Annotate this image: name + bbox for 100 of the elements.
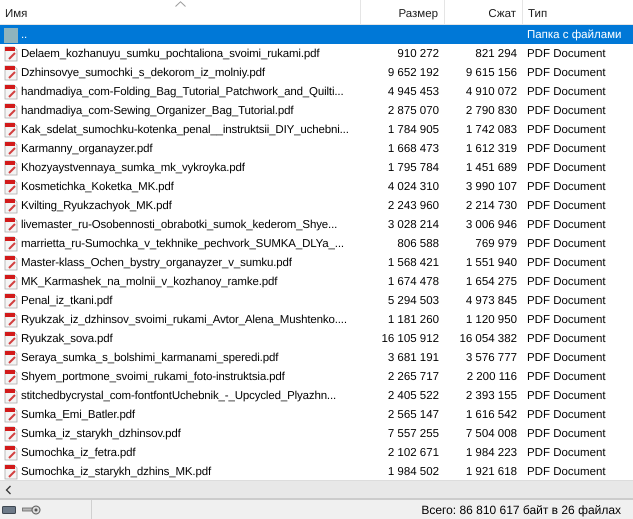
- pdf-file-icon: [3, 122, 19, 138]
- pdf-file-icon: [3, 46, 19, 62]
- packed-size: 821 294: [475, 48, 517, 60]
- file-row[interactable]: Kvilting_Ryukzachyok_MK.pdf 2 243 960 2 214 730 PDF Document: [0, 196, 633, 215]
- file-row[interactable]: Master-klass_Ochen_bystry_organayzer_v_sumku.pdf 1 568 421 1 551 940 PDF Document: [0, 253, 633, 272]
- file-row[interactable]: marrietta_ru-Sumochka_v_tekhnike_pechvork_SUMKA_DLYa_... 806 588 769 979 PDF Document: [0, 234, 633, 253]
- file-size: 1 784 905: [388, 124, 439, 136]
- file-name: Ryukzak_sova.pdf: [21, 332, 113, 344]
- packed-size: 1 984 223: [466, 446, 517, 458]
- file-size: 2 243 960: [388, 200, 439, 212]
- column-header[interactable]: Размер: [361, 0, 445, 24]
- column-header[interactable]: Тип: [523, 0, 633, 24]
- file-name: Penal_iz_tkani.pdf: [21, 294, 112, 306]
- file-row[interactable]: Ryukzak_iz_dzhinsov_svoimi_rukami_Avtor_Alena_Mushtenko.... 1 181 260 1 120 950 PDF Document: [0, 310, 633, 329]
- file-size: 7 557 255: [388, 428, 439, 440]
- file-row[interactable]: Dzhinsovye_sumochki_s_dekorom_iz_molniy.pdf 9 652 192 9 615 156 PDF Document: [0, 63, 633, 82]
- file-name: handmadiya_com-Folding_Bag_Tutorial_Patchwork_and_Quilti...: [21, 86, 344, 98]
- file-type: PDF Document: [527, 428, 606, 440]
- file-name: Kak_sdelat_sumochku-kotenka_penal__instruktsii_DIY_uchebni...: [21, 124, 349, 136]
- file-row[interactable]: Karmanny_organayzer.pdf 1 668 473 1 612 319 PDF Document: [0, 139, 633, 158]
- file-row[interactable]: Ryukzak_sova.pdf 16 105 912 16 054 382 PDF Document: [0, 329, 633, 348]
- file-row[interactable]: Kosmetichka_Koketka_MK.pdf 4 024 310 3 990 107 PDF Document: [0, 177, 633, 196]
- packed-size: 4 973 845: [466, 294, 517, 306]
- file-name: Kvilting_Ryukzachyok_MK.pdf: [21, 200, 172, 212]
- packed-size: 9 615 156: [466, 66, 517, 78]
- file-name: Ryukzak_iz_dzhinsov_svoimi_rukami_Avtor_Alena_Mushtenko....: [21, 314, 347, 326]
- pdf-file-icon: [3, 312, 19, 328]
- file-type: PDF Document: [527, 180, 606, 192]
- file-type: PDF Document: [527, 238, 606, 250]
- file-name: Sumka_iz_starykh_dzhinsov.pdf: [21, 428, 181, 440]
- file-size: 2 405 522: [388, 390, 439, 402]
- column-header[interactable]: Сжат: [445, 0, 523, 24]
- file-row[interactable]: MK_Karmashek_na_molnii_v_kozhanoy_ramke.pdf 1 674 478 1 654 275 PDF Document: [0, 272, 633, 291]
- pdf-file-icon: [3, 274, 19, 290]
- pdf-file-icon: [3, 140, 19, 156]
- status-summary: Всего: 86 810 617 байт в 26 файлах: [421, 502, 621, 516]
- file-type: PDF Document: [527, 86, 606, 98]
- packed-size: 3 006 946: [466, 218, 517, 230]
- file-type: PDF Document: [527, 352, 606, 364]
- packed-size: 769 979: [475, 238, 517, 250]
- packed-size: 1 551 940: [466, 256, 517, 268]
- file-type: PDF Document: [527, 66, 606, 78]
- file-type: PDF Document: [527, 104, 606, 116]
- file-name: Karmanny_organayzer.pdf: [21, 142, 152, 154]
- file-name: ..: [21, 28, 28, 40]
- file-name: Shyem_portmone_svoimi_rukami_foto-instruktsia.pdf: [21, 370, 285, 382]
- file-name: Master-klass_Ochen_bystry_organayzer_v_sumku.pdf: [21, 256, 292, 268]
- horizontal-scrollbar[interactable]: [0, 480, 633, 498]
- file-name: MK_Karmashek_na_molnii_v_kozhanoy_ramke.pdf: [21, 276, 278, 288]
- file-type: PDF Document: [527, 48, 606, 60]
- file-size: 16 105 912: [381, 332, 439, 344]
- file-row[interactable]: Sumochka_iz_starykh_dzhins_MK.pdf 1 984 502 1 921 618 PDF Document: [0, 462, 633, 480]
- pdf-file-icon: [3, 216, 19, 232]
- pdf-file-icon: [3, 84, 19, 100]
- packed-size: 1 612 319: [466, 142, 517, 154]
- file-size: 1 668 473: [388, 142, 439, 154]
- file-row[interactable]: Khozyaystvennaya_sumka_mk_vykroyka.pdf 1 795 784 1 451 689 PDF Document: [0, 158, 633, 177]
- file-size: 1 181 260: [388, 314, 439, 326]
- file-row[interactable]: Sumka_Emi_Batler.pdf 2 565 147 1 616 542 PDF Document: [0, 405, 633, 424]
- packed-size: 16 054 382: [459, 332, 517, 344]
- file-type: PDF Document: [527, 218, 606, 230]
- file-row[interactable]: Seraya_sumka_s_bolshimi_karmanami_speredi.pdf 3 681 191 3 576 777 PDF Document: [0, 348, 633, 367]
- packed-size: 4 910 072: [466, 86, 517, 98]
- pdf-file-icon: [3, 254, 19, 270]
- file-row[interactable]: Sumochka_iz_fetra.pdf 2 102 671 1 984 223 PDF Document: [0, 443, 633, 462]
- file-size: 2 102 671: [388, 446, 439, 458]
- file-type: PDF Document: [527, 276, 606, 288]
- file-name: Kosmetichka_Koketka_MK.pdf: [21, 180, 174, 192]
- pdf-file-icon: [3, 64, 19, 80]
- packed-size: 2 214 730: [466, 200, 517, 212]
- file-size: 3 681 191: [388, 352, 439, 364]
- file-row[interactable]: Kak_sdelat_sumochku-kotenka_penal__instruktsii_DIY_uchebni... 1 784 905 1 742 083 PDF Document: [0, 120, 633, 139]
- file-type: PDF Document: [527, 162, 606, 174]
- file-name: handmadiya_com-Sewing_Organizer_Bag_Tutorial.pdf: [21, 104, 294, 116]
- file-row[interactable]: Delaem_kozhanuyu_sumku_pochtaliona_svoimi_rukami.pdf 910 272 821 294 PDF Document: [0, 44, 633, 63]
- file-size: 1 795 784: [388, 162, 439, 174]
- file-size: 2 565 147: [388, 408, 439, 420]
- file-row[interactable]: handmadiya_com-Folding_Bag_Tutorial_Patchwork_and_Quilti... 4 945 453 4 910 072 PDF Document: [0, 82, 633, 101]
- pdf-file-icon: [3, 368, 19, 384]
- file-name: livemaster_ru-Osobennosti_obrabotki_sumok_kederom_Shye...: [21, 218, 338, 230]
- file-row[interactable]: .. Папка с файлами: [0, 25, 633, 44]
- file-type: PDF Document: [527, 370, 606, 382]
- file-row[interactable]: Penal_iz_tkani.pdf 5 294 503 4 973 845 PDF Document: [0, 291, 633, 310]
- file-row[interactable]: Shyem_portmone_svoimi_rukami_foto-instruktsia.pdf 2 265 717 2 200 116 PDF Document: [0, 367, 633, 386]
- file-row[interactable]: handmadiya_com-Sewing_Organizer_Bag_Tutorial.pdf 2 875 070 2 790 830 PDF Document: [0, 101, 633, 120]
- pdf-file-icon: [3, 292, 19, 308]
- file-row[interactable]: livemaster_ru-Osobennosti_obrabotki_sumok_kederom_Shye... 3 028 214 3 006 946 PDF Document: [0, 215, 633, 234]
- file-name: stitchedbycrystal_com-fontfontUchebnik_-_Upcycled_Plyazhn...: [21, 390, 336, 402]
- pdf-file-icon: [3, 236, 19, 252]
- file-size: 3 028 214: [388, 218, 439, 230]
- key-icon: [22, 504, 41, 514]
- pdf-file-icon: [3, 178, 19, 194]
- file-name: Dzhinsovye_sumochki_s_dekorom_iz_molniy.pdf: [21, 66, 265, 78]
- packed-size: 1 742 083: [466, 124, 517, 136]
- file-row[interactable]: stitchedbycrystal_com-fontfontUchebnik_-_Upcycled_Plyazhn... 2 405 522 2 393 155 PDF Document: [0, 386, 633, 405]
- file-name: Sumka_Emi_Batler.pdf: [21, 408, 135, 420]
- file-row[interactable]: Sumka_iz_starykh_dzhinsov.pdf 7 557 255 7 504 008 PDF Document: [0, 424, 633, 443]
- scroll-left-icon[interactable]: [5, 484, 12, 494]
- pdf-file-icon: [3, 406, 19, 422]
- file-type: PDF Document: [527, 332, 606, 344]
